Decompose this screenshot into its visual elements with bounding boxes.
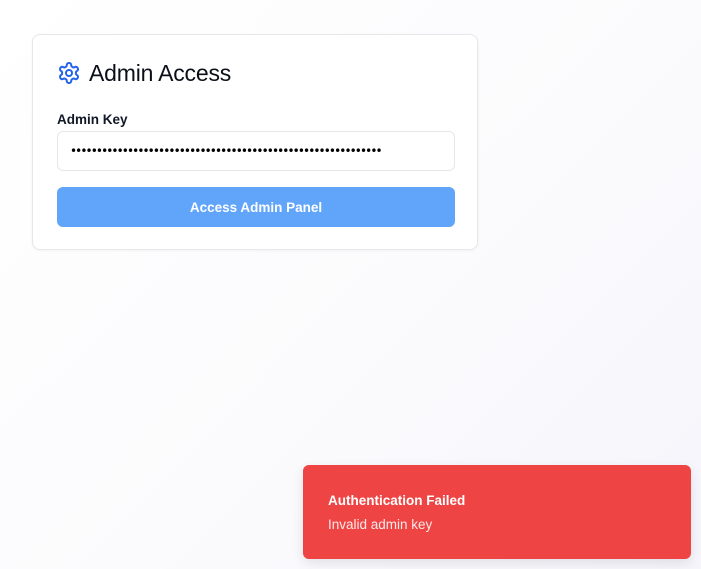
admin-access-card: Admin Access Admin Key Access Admin Pane… <box>32 34 478 250</box>
admin-key-label: Admin Key <box>57 112 128 127</box>
error-toast[interactable]: Authentication Failed Invalid admin key <box>303 465 691 559</box>
page-title: Admin Access <box>89 59 232 86</box>
toast-title: Authentication Failed <box>328 493 466 508</box>
admin-key-input[interactable] <box>57 131 455 171</box>
toast-message: Invalid admin key <box>328 517 433 532</box>
card-header: Admin Access <box>57 59 231 87</box>
access-admin-panel-button[interactable]: Access Admin Panel <box>57 187 455 227</box>
gear-icon <box>57 61 81 85</box>
